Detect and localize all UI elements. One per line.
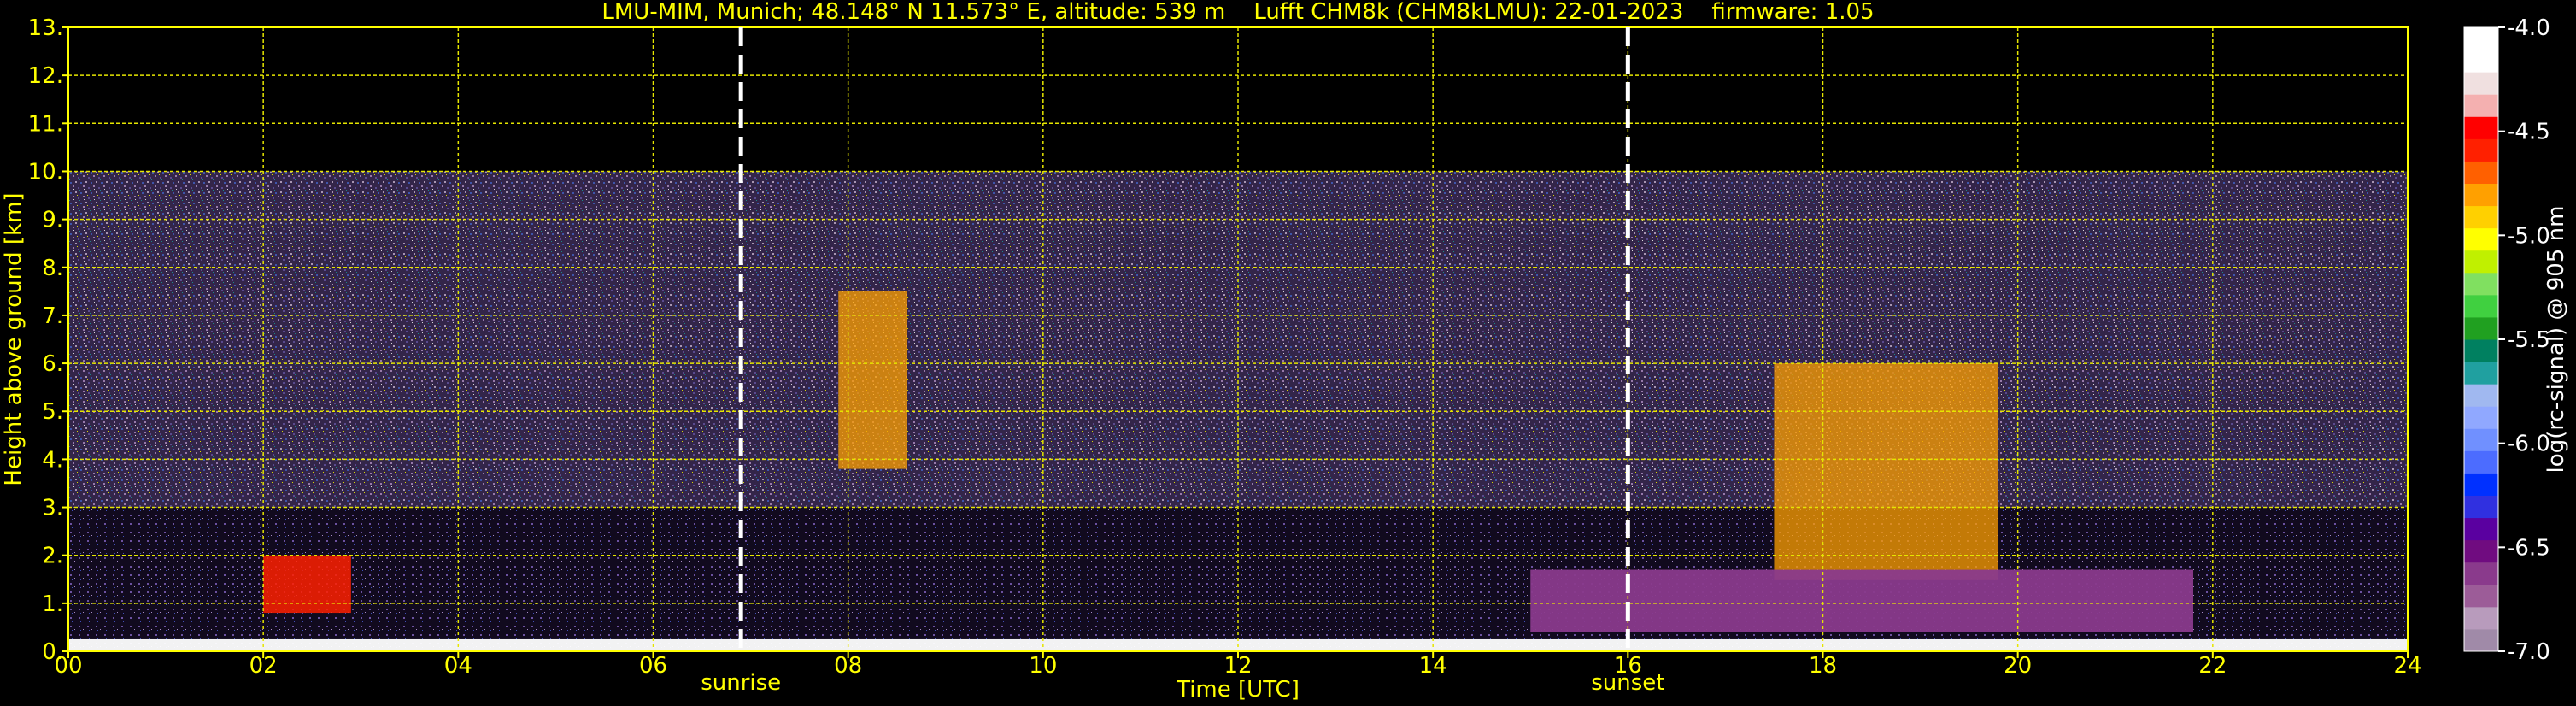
colorbar-swatch bbox=[2464, 495, 2498, 519]
plot-area: sunrise sunset bbox=[67, 26, 2409, 696]
feature-cirrus-3 bbox=[1774, 363, 1998, 580]
y-tick-label: 8. bbox=[42, 256, 63, 281]
colorbar-tick-label: -6.5 bbox=[2507, 535, 2550, 561]
colorbar-swatch bbox=[2464, 562, 2498, 585]
colorbar-swatch bbox=[2464, 50, 2498, 73]
colorbar-swatch bbox=[2464, 227, 2498, 251]
colorbar-swatches bbox=[2463, 26, 2499, 652]
colorbar-swatch bbox=[2464, 362, 2498, 385]
colorbar-swatch bbox=[2464, 250, 2498, 274]
x-tick-label: 16 bbox=[1614, 653, 1642, 679]
colorbar-swatch bbox=[2464, 94, 2498, 117]
x-tick-label: 08 bbox=[834, 653, 862, 679]
y-axis-ticks: 0. 1. 2. 3. 4. 5. 6. 7. 8. 9. 10. 11. 12. 13. bbox=[28, 15, 68, 665]
colorbar-swatch bbox=[2464, 628, 2498, 652]
colorbar-swatch bbox=[2464, 428, 2498, 451]
colorbar-swatch bbox=[2464, 183, 2498, 207]
colorbar-swatch bbox=[2464, 116, 2498, 139]
y-tick-label: 0. bbox=[42, 639, 63, 665]
x-tick-label: 22 bbox=[2198, 653, 2227, 679]
chart-title: LMU-MIM, Munich; 48.148° N 11.573° E, al… bbox=[601, 0, 1874, 25]
colorbar-swatch bbox=[2464, 517, 2498, 541]
x-tick-label: 10 bbox=[1029, 653, 1057, 679]
colorbar-tick-label: -4.5 bbox=[2507, 120, 2550, 145]
x-axis-ticks: 00 02 04 06 08 10 12 14 16 18 20 22 24 bbox=[54, 651, 2422, 679]
feature-low-cloud-1 bbox=[263, 555, 351, 614]
x-tick-label: 14 bbox=[1419, 653, 1447, 679]
colorbar-swatch bbox=[2464, 339, 2498, 362]
colorbar-swatch bbox=[2464, 272, 2498, 296]
colorbar-swatch bbox=[2464, 316, 2498, 340]
y-tick-label: 12. bbox=[28, 63, 63, 89]
y-tick-label: 11. bbox=[28, 111, 63, 137]
colorbar-swatch bbox=[2464, 406, 2498, 429]
x-tick-label: 04 bbox=[444, 653, 472, 679]
colorbar-swatch bbox=[2464, 584, 2498, 608]
colorbar-swatch bbox=[2464, 205, 2498, 229]
colorbar-swatch bbox=[2464, 294, 2498, 318]
ceilometer-chart: sunrise sunset 00 02 04 06 08 10 12 14 16 18 20 22 24… bbox=[1, 0, 2569, 703]
colorbar-swatch bbox=[2464, 72, 2498, 95]
y-tick-label: 5. bbox=[42, 399, 63, 425]
colorbar-swatch bbox=[2464, 473, 2498, 496]
y-axis-label: Height above ground [km] bbox=[1, 192, 26, 485]
x-tick-label: 12 bbox=[1223, 653, 1252, 679]
x-tick-label: 20 bbox=[2004, 653, 2032, 679]
colorbar-swatch bbox=[2464, 539, 2498, 563]
colorbar-tick-label: -4.0 bbox=[2507, 15, 2550, 41]
colorbar-swatch bbox=[2464, 27, 2498, 50]
y-tick-label: 7. bbox=[42, 303, 63, 329]
colorbar-swatch bbox=[2464, 161, 2498, 184]
colorbar-swatch bbox=[2464, 606, 2498, 630]
y-tick-label: 1. bbox=[42, 591, 63, 617]
colorbar-swatch bbox=[2464, 138, 2498, 162]
y-tick-label: 9. bbox=[42, 208, 63, 233]
y-tick-label: 4. bbox=[42, 447, 63, 473]
y-tick-label: 3. bbox=[42, 496, 63, 521]
colorbar-label: log(rc-signal) @ 905 nm bbox=[2544, 206, 2569, 474]
x-axis-label: Time [UTC] bbox=[1176, 677, 1300, 703]
x-tick-label: 06 bbox=[639, 653, 667, 679]
x-tick-label: 02 bbox=[249, 653, 278, 679]
colorbar: -4.0-4.5-5.0-5.5-6.0-6.5-7.0 log(rc-sign… bbox=[2463, 15, 2569, 665]
colorbar-tick-label: -7.0 bbox=[2507, 639, 2550, 665]
colorbar-swatch bbox=[2464, 384, 2498, 407]
colorbar-ticks: -4.0-4.5-5.0-5.5-6.0-6.5-7.0 bbox=[2498, 15, 2550, 665]
y-tick-label: 6. bbox=[42, 351, 63, 377]
x-tick-label: 18 bbox=[1809, 653, 1837, 679]
marker-label-sunrise: sunrise bbox=[701, 670, 781, 696]
colorbar-swatch bbox=[2464, 450, 2498, 474]
y-tick-label: 10. bbox=[28, 159, 63, 185]
y-tick-label: 2. bbox=[42, 544, 63, 569]
x-tick-label: 24 bbox=[2393, 653, 2421, 679]
y-tick-label: 13. bbox=[28, 15, 63, 41]
